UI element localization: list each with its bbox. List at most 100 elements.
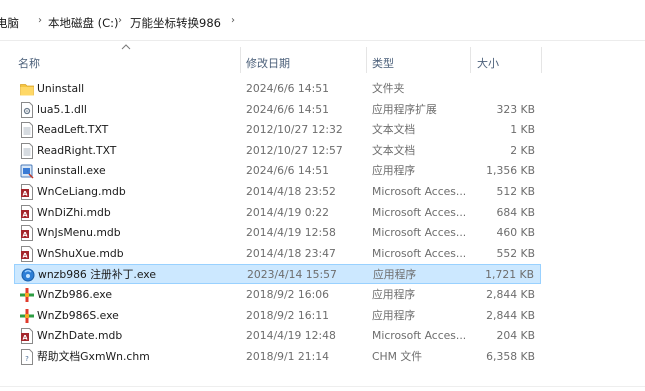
access-db-icon: A xyxy=(20,184,34,200)
svg-text:A: A xyxy=(22,190,27,198)
file-name: wnzb986 注册补丁.exe xyxy=(38,268,157,282)
file-date-modified: 2012/10/27 12:32 xyxy=(246,123,343,137)
file-type: 文件夹 xyxy=(372,82,405,95)
file-date-modified: 2014/4/18 23:47 xyxy=(246,246,336,260)
file-name: lua5.1.dll xyxy=(37,102,87,116)
svg-text:A: A xyxy=(22,210,27,218)
file-type: 应用程序 xyxy=(373,268,417,282)
file-date-modified: 2014/4/19 12:58 xyxy=(246,226,336,240)
file-type: 应用程序 xyxy=(372,288,416,301)
file-size: 552 KB xyxy=(496,246,535,260)
file-name: WnJsMenu.mdb xyxy=(37,226,121,240)
file-size: 2,844 KB xyxy=(486,308,535,322)
file-row[interactable]: A WnDiZhi.mdb 2014/4/19 0:22 Microsoft Acce… xyxy=(14,203,541,223)
file-name: WnZb986S.exe xyxy=(37,308,119,322)
column-header-name[interactable]: 名称 xyxy=(18,55,40,71)
file-type: Microsoft Acces... xyxy=(372,205,467,219)
file-date-modified: 2018/9/2 16:06 xyxy=(246,288,330,301)
text-file-icon xyxy=(20,142,34,159)
column-divider[interactable] xyxy=(541,47,542,73)
file-type: 应用程序 xyxy=(372,308,416,322)
file-name: Uninstall xyxy=(37,82,85,95)
file-date-modified: 2014/4/18 23:52 xyxy=(246,185,336,198)
file-type: 应用程序扩展 xyxy=(372,102,437,116)
file-type: Microsoft Acces... xyxy=(372,226,467,240)
access-db-icon: A xyxy=(20,204,34,221)
chevron-right-icon[interactable]: › xyxy=(118,15,122,26)
file-row[interactable]: lua5.1.dll 2024/6/6 14:51 应用程序扩展 323 KB xyxy=(14,100,541,120)
file-size: 684 KB xyxy=(496,205,535,219)
column-divider[interactable] xyxy=(470,47,471,73)
svg-text:?: ? xyxy=(25,355,29,363)
file-size: 2 KB xyxy=(510,143,535,157)
file-date-modified: 2014/4/19 0:22 xyxy=(246,205,330,219)
folder-icon xyxy=(20,81,34,97)
file-row[interactable]: ReadLeft.TXT 2012/10/27 12:32 文本文档 1 KB xyxy=(14,120,541,140)
file-size: 323 KB xyxy=(496,102,535,116)
file-type: 文本文档 xyxy=(372,123,416,137)
file-size: 512 KB xyxy=(496,185,535,198)
file-date-modified: 2018/9/2 16:11 xyxy=(246,308,330,322)
file-date-modified: 2024/6/6 14:51 xyxy=(246,102,330,116)
access-db-icon: A xyxy=(20,225,34,242)
svg-text:A: A xyxy=(22,334,27,342)
column-divider[interactable] xyxy=(366,47,367,73)
chevron-right-icon[interactable]: › xyxy=(38,15,42,26)
file-row[interactable]: A WnCeLiang.mdb 2014/4/18 23:52 Microsoft A… xyxy=(14,182,541,202)
file-type: Microsoft Acces... xyxy=(372,329,467,343)
app-exe-icon xyxy=(20,308,34,324)
chevron-right-icon[interactable]: › xyxy=(231,15,235,26)
file-row[interactable]: Uninstall 2024/6/6 14:51 文件夹 xyxy=(14,79,541,99)
file-size: 1,721 KB xyxy=(485,268,534,282)
file-name: ReadRight.TXT xyxy=(37,143,117,157)
text-file-icon xyxy=(20,122,34,139)
column-header-date[interactable]: 修改日期 xyxy=(246,55,290,71)
file-name: WnShuXue.mdb xyxy=(37,246,124,260)
file-type: 应用程序 xyxy=(372,164,416,178)
file-row[interactable]: WnZb986S.exe 2018/9/2 16:11 应用程序 2,844 KB xyxy=(14,306,541,326)
file-date-modified: 2012/10/27 12:57 xyxy=(246,143,343,157)
file-type: Microsoft Acces... xyxy=(372,185,467,198)
file-name: WnCeLiang.mdb xyxy=(37,185,126,198)
svg-text:A: A xyxy=(22,231,27,239)
chm-help-icon: ? xyxy=(20,348,34,365)
file-type: Microsoft Acces... xyxy=(372,246,467,260)
file-size: 1,356 KB xyxy=(486,164,535,178)
file-date-modified: 2023/4/14 15:57 xyxy=(247,268,337,282)
file-size: 6,358 KB xyxy=(486,349,535,363)
file-name: 帮助文档GxmWn.chm xyxy=(37,349,150,363)
column-divider[interactable] xyxy=(240,47,241,73)
divider xyxy=(0,386,645,387)
svg-text:A: A xyxy=(22,251,27,259)
breadcrumb-current-folder[interactable]: 万能坐标转换986 xyxy=(130,15,221,31)
file-date-modified: 2018/9/1 21:14 xyxy=(246,349,330,363)
address-bar[interactable]: 电脑 › 本地磁盘 (C:) › 万能坐标转换986 › xyxy=(0,0,645,41)
file-row[interactable]: wnzb986 注册补丁.exe 2023/4/14 15:57 应用程序 1,721… xyxy=(14,264,541,285)
file-row[interactable]: A WnZhDate.mdb 2014/4/19 12:48 Microsoft Ac… xyxy=(14,326,541,346)
patch-exe-icon xyxy=(21,267,35,283)
file-size: 1 KB xyxy=(510,123,535,137)
file-row[interactable]: ReadRight.TXT 2012/10/27 12:57 文本文档 2 KB xyxy=(14,141,541,161)
file-row[interactable]: WnZb986.exe 2018/9/2 16:06 应用程序 2,844 KB xyxy=(14,285,541,305)
file-size: 460 KB xyxy=(496,226,535,240)
file-row[interactable]: A WnJsMenu.mdb 2014/4/19 12:58 Microsoft Ac… xyxy=(14,223,541,243)
file-name: ReadLeft.TXT xyxy=(37,123,109,137)
breadcrumb-local-disk[interactable]: 本地磁盘 (C:) xyxy=(48,15,119,31)
dll-icon xyxy=(20,101,34,118)
file-name: WnZhDate.mdb xyxy=(37,329,123,343)
breadcrumb-computer[interactable]: 电脑 xyxy=(0,15,19,31)
file-date-modified: 2024/6/6 14:51 xyxy=(246,164,330,178)
file-type: CHM 文件 xyxy=(372,349,422,363)
column-header-type[interactable]: 类型 xyxy=(372,55,394,71)
app-exe-icon xyxy=(20,287,34,303)
file-date-modified: 2024/6/6 14:51 xyxy=(246,82,330,95)
file-row[interactable]: ? 帮助文档GxmWn.chm 2018/9/1 21:14 CHM 文件 6,358 … xyxy=(14,347,541,367)
file-type: 文本文档 xyxy=(372,143,416,157)
file-size: 204 KB xyxy=(496,329,535,343)
column-header-size[interactable]: 大小 xyxy=(477,55,499,71)
file-row[interactable]: A WnShuXue.mdb 2014/4/18 23:47 Microsoft Ac… xyxy=(14,244,541,264)
file-size: 2,844 KB xyxy=(486,288,535,301)
file-name: WnZb986.exe xyxy=(37,288,112,301)
file-row[interactable]: uninstall.exe 2024/6/6 14:51 应用程序 1,356 KB xyxy=(14,161,541,181)
access-db-icon: A xyxy=(20,245,34,262)
